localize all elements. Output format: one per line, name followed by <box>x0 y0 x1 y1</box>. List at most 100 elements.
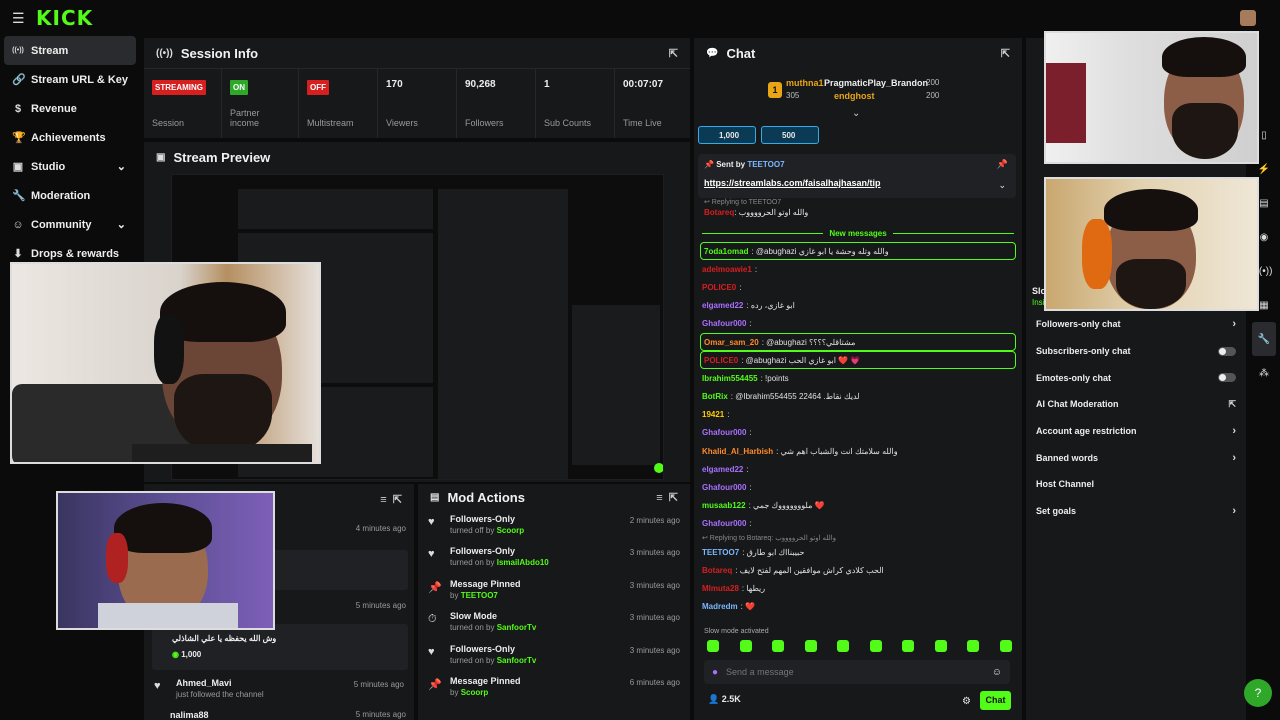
sidebar-item-community[interactable]: ☺ Community ⌄ <box>4 210 136 239</box>
chat-username[interactable]: Ghafour000 <box>702 319 746 328</box>
emote-icon[interactable] <box>837 640 850 652</box>
setting-label: Account age restriction <box>1036 426 1137 437</box>
popout-icon[interactable]: ⇱ <box>669 47 678 60</box>
chat-username[interactable]: POLICE0 <box>702 283 736 292</box>
chat-username[interactable]: adelmoawie1 <box>702 265 752 274</box>
filter-icon[interactable]: ≡ ⇱ <box>656 491 678 504</box>
connections-icon[interactable]: ⁂ <box>1248 356 1280 390</box>
emote-icon[interactable] <box>707 640 719 652</box>
chat-username[interactable]: 19421 <box>702 410 724 419</box>
emote-icon[interactable] <box>999 640 1012 652</box>
chat-username[interactable]: Ibrahim554455 <box>702 374 758 383</box>
chat-username[interactable]: Botareq <box>702 566 732 575</box>
chat-text: : <box>749 483 752 493</box>
mod-action-time: 3 minutes ago <box>629 645 680 655</box>
emote-icon[interactable] <box>869 640 882 652</box>
mod-action-title: Message Pinned <box>450 578 521 589</box>
pinned-link[interactable]: https://streamlabs.com/faisalhajhasan/ti… <box>704 178 881 188</box>
chat-username[interactable]: Mlmuta28 <box>702 584 739 593</box>
pinned-user: TEETOO7 <box>747 160 785 169</box>
filter-icon[interactable]: ≡ ⇱ <box>380 493 402 506</box>
setting-emotes-only-chat[interactable]: Emotes-only chat <box>1026 364 1246 391</box>
setting-banned-words[interactable]: Banned words › <box>1026 444 1246 471</box>
menu-icon[interactable]: ☰ <box>12 10 26 27</box>
sidebar-item-stream-url[interactable]: 🔗 Stream URL & Key <box>4 65 136 94</box>
mod-action-row: ♥ Followers-Only turned on by IsmailAbdo10… <box>418 542 690 574</box>
chat-text: : ملوووووووك جمي ❤️ <box>748 501 825 511</box>
chat-username[interactable]: TEETOO7 <box>702 548 739 557</box>
chat-username[interactable]: Ghafour000 <box>702 519 746 528</box>
chat-username[interactable]: elgamed22 <box>702 465 743 474</box>
setting-account-age-restriction[interactable]: Account age restriction › <box>1026 418 1246 445</box>
mod-action-title: Followers-Only <box>450 643 516 654</box>
chat-username[interactable]: Omar_sam_20 <box>704 338 759 347</box>
chat-username[interactable]: Botareq <box>704 208 734 217</box>
sidebar-item-label: Revenue <box>31 102 77 115</box>
chat-username[interactable]: POLICE0 <box>704 356 738 365</box>
emote-icon[interactable] <box>739 640 752 652</box>
help-icon[interactable]: ? <box>1244 679 1272 707</box>
user-avatar[interactable] <box>1240 10 1256 26</box>
chat-username[interactable]: musaab122 <box>702 501 746 510</box>
expand-icon[interactable]: ⌄ <box>852 108 860 119</box>
mod-action-user[interactable]: Scoorp <box>461 688 489 697</box>
sidebar-item-stream[interactable]: ((•)) Stream <box>4 36 136 65</box>
chat-username[interactable]: Ghafour000 <box>702 428 746 437</box>
kicks-pill[interactable]: 500 <box>761 126 819 144</box>
wrench-icon[interactable]: 🔧 <box>1252 322 1276 356</box>
chat-input[interactable] <box>726 667 967 677</box>
setting-label: Followers-only chat <box>1036 319 1121 330</box>
mod-action-user[interactable]: IsmailAbdo10 <box>497 558 549 567</box>
chat-username[interactable]: Ghafour000 <box>702 483 746 492</box>
chat-username[interactable]: Khalid_Al_Harbish <box>702 447 773 456</box>
toggle-switch[interactable] <box>1218 346 1236 356</box>
emote-icon[interactable] <box>934 640 947 652</box>
chat-username[interactable]: elgamed22 <box>702 301 743 310</box>
chat-input-box[interactable]: ● ☺ <box>704 660 1010 684</box>
user-icon: 👤 <box>708 694 722 704</box>
setting-set-goals[interactable]: Set goals › <box>1026 498 1246 525</box>
sidebar-item-moderation[interactable]: 🔧 Moderation <box>4 181 136 210</box>
chat-text: : <box>749 519 752 529</box>
event-time: 5 minutes ago <box>353 680 404 689</box>
emoji-icon[interactable]: ☺ <box>992 667 1002 678</box>
setting-host-channel[interactable]: Host Channel <box>1026 471 1246 498</box>
activity-time: 5 minutes ago <box>355 601 406 610</box>
chat-username[interactable]: 7oda1omad <box>704 247 748 256</box>
toggle-switch[interactable] <box>1218 373 1236 383</box>
mod-actions-list: ♥ Followers-Only turned off by Scoorp 2 min… <box>418 510 690 704</box>
sent-by-label: Sent by <box>716 160 746 169</box>
sidebar-item-studio[interactable]: ▣ Studio ⌄ <box>4 152 136 181</box>
mod-action-verb: by <box>450 590 459 600</box>
gear-icon[interactable]: ⚙ <box>962 696 971 707</box>
kick-logo[interactable]: KICK <box>36 6 93 30</box>
dollar-icon: $ <box>14 102 22 115</box>
sidebar-item-achievements[interactable]: 🏆 Achievements <box>4 123 136 152</box>
setting-followers-only-chat[interactable]: Followers-only chat › <box>1026 311 1246 338</box>
emote-icon[interactable] <box>902 640 915 652</box>
emote-icon[interactable] <box>772 640 785 652</box>
kicks-pill[interactable]: 1,000 <box>698 126 756 144</box>
leader-score: 305 <box>786 91 800 100</box>
chat-text: : ابو غازي، رده <box>746 301 795 311</box>
unpin-icon[interactable]: 📌 <box>997 159 1008 170</box>
stat-label: Partner income <box>230 108 260 128</box>
mod-action-user[interactable]: TEETOO7 <box>461 591 498 600</box>
sidebar-item-label: Stream <box>31 44 69 57</box>
sidebar-item-revenue[interactable]: $ Revenue <box>4 94 136 123</box>
chat-send-button[interactable]: Chat <box>980 691 1011 710</box>
setting-ai-chat-moderation[interactable]: AI Chat Moderation ⇱ <box>1026 391 1246 418</box>
popout-icon[interactable]: ⇱ <box>1001 47 1010 60</box>
mic-icon[interactable]: ● <box>712 667 718 678</box>
mod-action-user[interactable]: SanfoorTv <box>497 623 537 632</box>
setting-subscribers-only-chat[interactable]: Subscribers-only chat <box>1026 338 1246 365</box>
setting-label: Banned words <box>1036 452 1099 463</box>
chat-username[interactable]: BotRix <box>702 392 728 401</box>
mod-action-sub: turned on by SanfoorTv <box>450 623 536 632</box>
emote-icon[interactable] <box>967 640 980 652</box>
chat-username[interactable]: Madredm <box>702 602 738 611</box>
chevron-down-icon[interactable]: ⌄ <box>998 180 1006 191</box>
mod-action-user[interactable]: Scoorp <box>497 526 525 535</box>
emote-icon[interactable] <box>804 640 817 652</box>
mod-action-user[interactable]: SanfoorTv <box>497 656 537 665</box>
